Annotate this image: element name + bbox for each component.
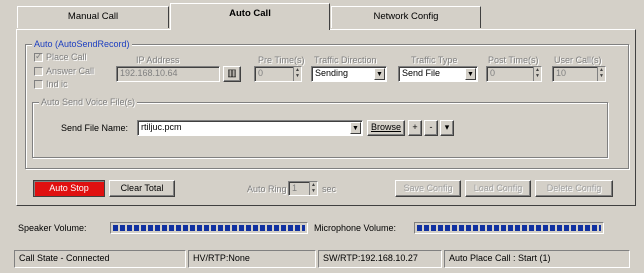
post-time-value: 0 [490,68,496,78]
voice-file-group: Auto Send Voice File(s) Send File Name: … [32,97,608,158]
traffic-type-select[interactable]: Send File ▼ [398,66,478,82]
microphone-volume-label: Microphone Volume: [314,223,397,233]
clear-total-button[interactable]: Clear Total [109,180,175,197]
sw-rtp-status: SW/RTP:192.168.10.27 [318,250,442,268]
pre-time-value: 0 [258,68,264,78]
send-file-name-value: rtiljuc.pcm [141,122,182,132]
chevron-down-icon[interactable]: ▼ [374,68,385,80]
microphone-volume-meter [414,222,604,234]
call-state-status: Call State - Connected [14,250,186,268]
tab-network-config[interactable]: Network Config [331,6,481,28]
sec-label: sec [322,184,337,194]
auto-group-title: Auto (AutoSendRecord) [32,39,132,49]
answer-call-checkbox[interactable] [34,67,43,76]
browse-button[interactable]: Browse [367,120,405,136]
microphone-volume-fill [417,225,601,231]
traffic-type-value: Send File [402,68,441,78]
tab-manual-call[interactable]: Manual Call [17,6,169,28]
post-time-label: Post Time(s) [488,55,539,65]
pre-time-label: Pre Time(s) [258,55,305,65]
book-icon: ▥ [227,68,237,79]
save-config-button[interactable]: Save Config [395,180,461,197]
voice-file-group-title: Auto Send Voice File(s) [39,97,138,107]
auto-ring-input[interactable]: 1 ▲ ▼ [288,181,318,196]
tab-auto-call[interactable]: Auto Call [170,3,330,30]
post-time-spin-icon[interactable]: ▲ ▼ [533,67,541,81]
speaker-volume-label: Speaker Volume: [18,223,87,233]
add-file-button[interactable]: + [408,120,422,136]
auto-ring-value: 1 [292,183,298,193]
hw-rtp-status: HV/RTP:None [188,250,316,268]
send-file-name-select[interactable]: rtiljuc.pcm ▼ [137,120,363,136]
delete-config-button[interactable]: Delete Config [535,180,613,197]
send-file-name-label: Send File Name: [61,123,129,133]
load-config-button[interactable]: Load Config [465,180,531,197]
remove-file-button[interactable]: - [424,120,438,136]
chevron-down-icon[interactable]: ▼ [465,68,476,80]
move-down-button[interactable]: ▾ [440,120,454,136]
address-book-button[interactable]: ▥ [223,66,241,82]
answer-call-label: Answer Call [46,66,95,76]
user-calls-value: 10 [556,68,567,78]
pre-time-spin-icon[interactable]: ▲ ▼ [293,67,301,81]
traffic-direction-select[interactable]: Sending ▼ [311,66,387,82]
ip-address-input[interactable]: 192.168.10.64 [116,66,220,82]
pre-time-input[interactable]: 0 ▲ ▼ [254,66,302,82]
speaker-volume-meter [110,222,308,234]
auto-stop-button[interactable]: Auto Stop [33,180,105,197]
ip-address-label: IP Address [136,55,180,65]
ind-ic-checkbox[interactable] [34,80,43,89]
auto-place-call-status: Auto Place Call : Start (1) [444,250,630,268]
chevron-down-icon[interactable]: ▼ [350,122,361,134]
ind-ic-label: Ind ic [46,79,68,89]
traffic-direction-label: Traffic Direction [314,55,377,65]
speaker-volume-fill [113,225,305,231]
user-calls-spin-icon[interactable]: ▲ ▼ [597,67,605,81]
place-call-checkbox[interactable]: ✓ [34,51,43,62]
auto-group: Auto (AutoSendRecord) ✓ Place Call Answe… [25,39,629,169]
traffic-type-label: Traffic Type [411,55,458,65]
auto-ring-spin-icon[interactable]: ▲ ▼ [309,182,317,195]
auto-call-panel: Auto (AutoSendRecord) ✓ Place Call Answe… [16,29,636,206]
user-calls-input[interactable]: 10 ▲ ▼ [552,66,606,82]
post-time-input[interactable]: 0 ▲ ▼ [486,66,542,82]
auto-ring-label: Auto Ring [247,184,287,194]
place-call-label: Place Call [46,52,87,62]
traffic-direction-value: Sending [315,68,349,78]
user-calls-label: User Call(s) [554,55,602,65]
